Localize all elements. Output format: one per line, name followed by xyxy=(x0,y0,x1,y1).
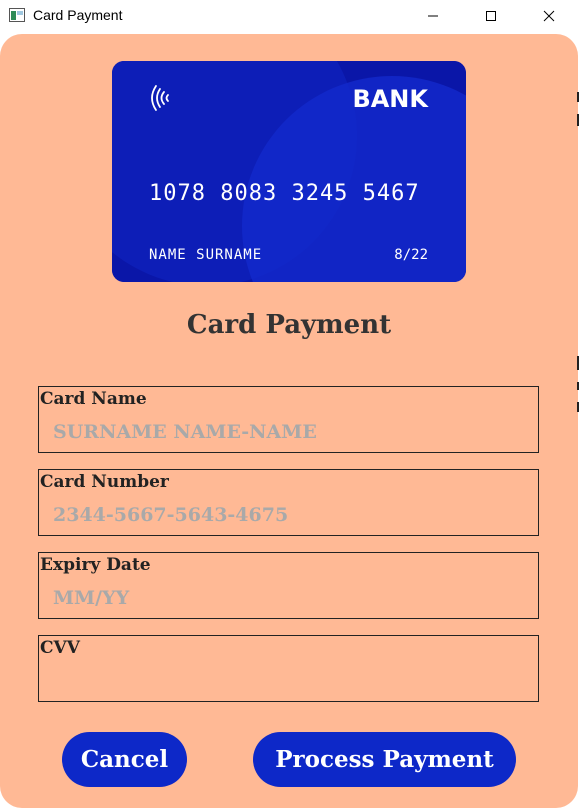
maximize-button[interactable] xyxy=(462,0,520,32)
card-name-input[interactable] xyxy=(49,418,527,446)
window-content: BANK 1078 8083 3245 5467 NAME SURNAME 8/… xyxy=(0,32,580,812)
cvv-label: CVV xyxy=(40,638,80,658)
minimize-button[interactable] xyxy=(404,0,462,32)
card-number-display: 1078 8083 3245 5467 xyxy=(149,181,420,206)
card-name-group: Card Name xyxy=(38,386,539,453)
cvv-group: CVV xyxy=(38,635,539,702)
expiry-date-group: Expiry Date xyxy=(38,552,539,619)
cvv-input[interactable] xyxy=(49,667,527,695)
payment-window: Card Payment BANK 1078 8083 3245 5467 NA… xyxy=(0,0,580,812)
card-holder-name: NAME SURNAME xyxy=(149,247,262,263)
cancel-button[interactable]: Cancel xyxy=(62,732,187,787)
close-icon xyxy=(543,10,555,22)
close-button[interactable] xyxy=(520,0,578,32)
card-number-input[interactable] xyxy=(49,501,527,529)
title-bar: Card Payment xyxy=(0,0,580,32)
window-title: Card Payment xyxy=(33,7,123,23)
credit-card-image: BANK 1078 8083 3245 5467 NAME SURNAME 8/… xyxy=(112,61,466,282)
minimize-icon xyxy=(428,15,438,17)
expiry-date-label: Expiry Date xyxy=(40,555,151,575)
card-number-group: Card Number xyxy=(38,469,539,536)
payment-panel: BANK 1078 8083 3245 5467 NAME SURNAME 8/… xyxy=(0,34,578,808)
card-expiry: 8/22 xyxy=(394,247,428,263)
app-window-icon xyxy=(9,8,25,22)
credit-card-graphic: BANK 1078 8083 3245 5467 NAME SURNAME 8/… xyxy=(112,61,466,282)
card-bank-name: BANK xyxy=(352,85,429,113)
edge-marks xyxy=(577,92,579,412)
expiry-date-input[interactable] xyxy=(49,584,527,612)
process-payment-button[interactable]: Process Payment xyxy=(253,732,516,787)
card-name-label: Card Name xyxy=(40,389,147,409)
page-title: Card Payment xyxy=(186,310,392,340)
maximize-icon xyxy=(486,11,496,21)
card-number-label: Card Number xyxy=(40,472,169,492)
